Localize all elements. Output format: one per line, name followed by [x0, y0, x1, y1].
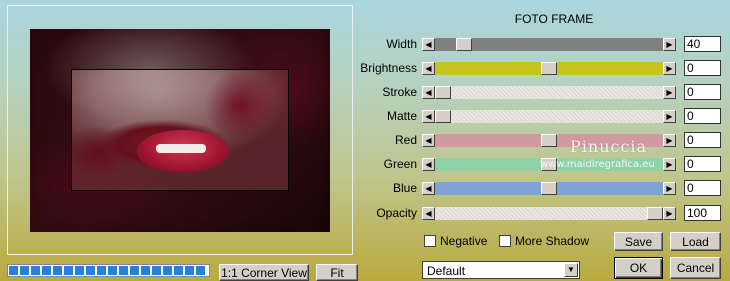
arrow-right-icon[interactable]: ▶ — [663, 110, 676, 123]
blue-value-field[interactable]: 0 — [684, 180, 721, 196]
photo-inner-frame — [71, 69, 289, 191]
slider-thumb[interactable] — [541, 134, 557, 147]
progress-block — [141, 266, 150, 275]
progress-block — [53, 266, 62, 275]
corner-view-button[interactable]: 1:1 Corner View — [219, 264, 309, 281]
progress-block — [97, 266, 106, 275]
arrow-left-icon[interactable]: ◀ — [422, 158, 435, 171]
ok-button[interactable]: OK — [614, 257, 663, 279]
teeth-shape — [156, 144, 206, 153]
slider-blue[interactable]: ◀ ▶ — [422, 182, 676, 195]
more-shadow-checkbox[interactable] — [499, 235, 511, 247]
progress-block — [64, 266, 73, 275]
slider-matte[interactable]: ◀ ▶ — [422, 110, 676, 123]
progress-block — [31, 266, 40, 275]
slider-width[interactable]: ◀ ▶ — [422, 38, 676, 51]
slider-label: Width — [386, 37, 417, 51]
slider-thumb[interactable] — [435, 110, 451, 123]
progress-block — [75, 266, 84, 275]
progress-fill — [9, 266, 208, 275]
arrow-left-icon[interactable]: ◀ — [422, 62, 435, 75]
slider-groove[interactable] — [435, 86, 663, 99]
stroke-value-field[interactable]: 0 — [684, 84, 721, 100]
arrow-right-icon[interactable]: ▶ — [663, 158, 676, 171]
preset-value: Default — [427, 264, 466, 278]
arrow-left-icon[interactable]: ◀ — [422, 110, 435, 123]
slider-label: Red — [394, 133, 417, 147]
progress-block — [9, 266, 18, 275]
watermark-url: www.maidiregrafica.eu — [540, 159, 655, 170]
save-button[interactable]: Save — [614, 232, 663, 251]
dialog-title: FOTO FRAME — [514, 12, 594, 26]
progress-block — [20, 266, 29, 275]
progress-block — [174, 266, 183, 275]
slider-label: Brightness — [360, 61, 417, 75]
progress-block — [86, 266, 95, 275]
slider-thumb[interactable] — [541, 182, 557, 195]
width-value-field[interactable]: 40 — [684, 36, 721, 52]
progress-block — [108, 266, 117, 275]
red-value-field[interactable]: 0 — [684, 132, 721, 148]
progress-bar — [7, 264, 210, 277]
more-shadow-label: More Shadow — [515, 234, 590, 248]
cancel-button[interactable]: Cancel — [670, 257, 721, 279]
arrow-right-icon[interactable]: ▶ — [663, 38, 676, 51]
slider-thumb[interactable] — [647, 207, 663, 220]
arrow-left-icon[interactable]: ◀ — [422, 207, 435, 220]
arrow-left-icon[interactable]: ◀ — [422, 38, 435, 51]
slider-thumb[interactable] — [541, 62, 557, 75]
slider-stroke[interactable]: ◀ ▶ — [422, 86, 676, 99]
slider-label: Stroke — [382, 85, 417, 99]
progress-block — [185, 266, 194, 275]
progress-block — [42, 266, 51, 275]
progress-block — [196, 266, 205, 275]
load-button[interactable]: Load — [670, 232, 721, 251]
slider-thumb[interactable] — [456, 38, 472, 51]
progress-block — [152, 266, 161, 275]
green-value-field[interactable]: 0 — [684, 156, 721, 172]
slider-brightness[interactable]: ◀ ▶ — [422, 62, 676, 75]
fit-button[interactable]: Fit — [316, 264, 358, 281]
negative-checkbox[interactable] — [424, 235, 436, 247]
progress-block — [119, 266, 128, 275]
arrow-right-icon[interactable]: ▶ — [663, 86, 676, 99]
chevron-down-icon[interactable]: ▼ — [564, 263, 578, 277]
arrow-right-icon[interactable]: ▶ — [663, 207, 676, 220]
opacity-value-field[interactable]: 100 — [684, 205, 721, 221]
arrow-left-icon[interactable]: ◀ — [422, 182, 435, 195]
slider-thumb[interactable] — [435, 86, 451, 99]
arrow-right-icon[interactable]: ▶ — [663, 182, 676, 195]
slider-label: Opacity — [376, 206, 417, 220]
arrow-right-icon[interactable]: ▶ — [663, 62, 676, 75]
slider-opacity[interactable]: ◀ ▶ — [422, 207, 676, 220]
slider-groove[interactable] — [435, 110, 663, 123]
progress-block — [163, 266, 172, 275]
slider-label: Matte — [386, 109, 417, 123]
slider-label: Green — [383, 157, 417, 171]
matte-value-field[interactable]: 0 — [684, 108, 721, 124]
arrow-left-icon[interactable]: ◀ — [422, 86, 435, 99]
watermark-name: Pinuccia — [570, 137, 648, 156]
slider-label: Blue — [392, 181, 417, 195]
negative-label: Negative — [440, 234, 488, 248]
brightness-value-field[interactable]: 0 — [684, 60, 721, 76]
progress-block — [130, 266, 139, 275]
slider-groove[interactable] — [435, 207, 663, 220]
arrow-left-icon[interactable]: ◀ — [422, 134, 435, 147]
preset-select[interactable]: Default ▼ — [422, 261, 580, 279]
preview-image — [30, 29, 330, 232]
arrow-right-icon[interactable]: ▶ — [663, 134, 676, 147]
